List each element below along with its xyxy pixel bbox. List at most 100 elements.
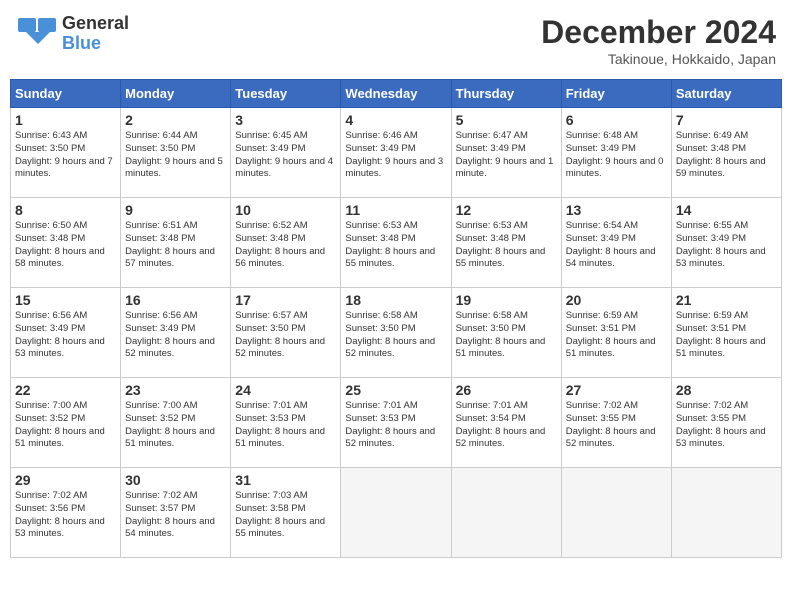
week-row-3: 15 Sunrise: 6:56 AM Sunset: 3:49 PM Dayli… (11, 288, 782, 378)
logo: General Blue (16, 14, 129, 54)
day-info: Sunrise: 6:45 AM Sunset: 3:49 PM Dayligh… (235, 130, 336, 181)
logo-line1: General (62, 14, 129, 34)
day-cell-19: 19Sunrise: 6:58 AM Sunset: 3:50 PM Dayli… (451, 288, 561, 378)
day-cell-3: 3 Sunrise: 6:45 AM Sunset: 3:49 PM Daylig… (231, 108, 341, 198)
day-info: Sunrise: 7:02 AM Sunset: 3:57 PM Dayligh… (125, 490, 226, 541)
day-info: Sunrise: 6:49 AM Sunset: 3:48 PM Dayligh… (676, 130, 777, 181)
day-number: 12 (456, 202, 557, 218)
header: General Blue December 2024 Takinoue, Hok… (10, 10, 782, 71)
weekday-friday: Friday (561, 80, 671, 108)
day-number: 7 (676, 112, 777, 128)
day-number: 28 (676, 382, 777, 398)
day-cell-11: 11Sunrise: 6:53 AM Sunset: 3:48 PM Dayli… (341, 198, 451, 288)
title-area: December 2024 Takinoue, Hokkaido, Japan (541, 14, 776, 67)
day-cell-12: 12 Sunrise: 6:53 AM Sunset: 3:48 PM Dayli… (451, 198, 561, 288)
calendar-body: 1 Sunrise: 6:43 AM Sunset: 3:50 PM Daylig… (11, 108, 782, 558)
day-cell-25: 25Sunrise: 7:01 AM Sunset: 3:53 PM Dayli… (341, 378, 451, 468)
empty-cell (561, 468, 671, 558)
day-number: 25 (345, 382, 446, 398)
day-info: Sunrise: 7:00 AM Sunset: 3:52 PM Dayligh… (125, 400, 226, 451)
day-number: 15 (15, 292, 116, 308)
day-cell-1: 1 Sunrise: 6:43 AM Sunset: 3:50 PM Daylig… (11, 108, 121, 198)
day-info: Sunrise: 6:46 AM Sunset: 3:49 PM Dayligh… (345, 130, 446, 181)
weekday-wednesday: Wednesday (341, 80, 451, 108)
day-info: Sunrise: 6:54 AM Sunset: 3:49 PM Dayligh… (566, 220, 667, 271)
day-info: Sunrise: 6:43 AM Sunset: 3:50 PM Dayligh… (15, 130, 116, 181)
day-cell-30: 30 Sunrise: 7:02 AM Sunset: 3:57 PM Dayli… (121, 468, 231, 558)
day-number: 3 (235, 112, 336, 128)
day-cell-31: 31Sunrise: 7:03 AM Sunset: 3:58 PM Dayli… (231, 468, 341, 558)
weekday-sunday: Sunday (11, 80, 121, 108)
day-number: 1 (15, 112, 116, 128)
location-title: Takinoue, Hokkaido, Japan (541, 51, 776, 67)
day-info: Sunrise: 7:02 AM Sunset: 3:55 PM Dayligh… (676, 400, 777, 451)
day-cell-2: 2 Sunrise: 6:44 AM Sunset: 3:50 PM Daylig… (121, 108, 231, 198)
day-number: 14 (676, 202, 777, 218)
day-number: 8 (15, 202, 116, 218)
day-cell-29: 29Sunrise: 7:02 AM Sunset: 3:56 PM Dayli… (11, 468, 121, 558)
day-number: 4 (345, 112, 446, 128)
day-cell-18: 18 Sunrise: 6:58 AM Sunset: 3:50 PM Dayli… (341, 288, 451, 378)
day-cell-14: 14Sunrise: 6:55 AM Sunset: 3:49 PM Dayli… (671, 198, 781, 288)
day-cell-9: 9Sunrise: 6:51 AM Sunset: 3:48 PM Daylig… (121, 198, 231, 288)
day-info: Sunrise: 6:44 AM Sunset: 3:50 PM Dayligh… (125, 130, 226, 181)
day-info: Sunrise: 6:53 AM Sunset: 3:48 PM Dayligh… (456, 220, 557, 271)
day-info: Sunrise: 7:00 AM Sunset: 3:52 PM Dayligh… (15, 400, 116, 451)
day-info: Sunrise: 7:02 AM Sunset: 3:55 PM Dayligh… (566, 400, 667, 451)
day-cell-5: 5Sunrise: 6:47 AM Sunset: 3:49 PM Daylig… (451, 108, 561, 198)
day-number: 18 (345, 292, 446, 308)
day-number: 30 (125, 472, 226, 488)
day-cell-21: 21Sunrise: 6:59 AM Sunset: 3:51 PM Dayli… (671, 288, 781, 378)
day-info: Sunrise: 7:01 AM Sunset: 3:53 PM Dayligh… (235, 400, 336, 451)
day-info: Sunrise: 6:48 AM Sunset: 3:49 PM Dayligh… (566, 130, 667, 181)
day-number: 6 (566, 112, 667, 128)
day-info: Sunrise: 7:03 AM Sunset: 3:58 PM Dayligh… (235, 490, 336, 541)
weekday-monday: Monday (121, 80, 231, 108)
logo-line2: Blue (62, 34, 129, 54)
day-info: Sunrise: 6:56 AM Sunset: 3:49 PM Dayligh… (15, 310, 116, 361)
day-cell-22: 22 Sunrise: 7:00 AM Sunset: 3:52 PM Dayli… (11, 378, 121, 468)
empty-cell (451, 468, 561, 558)
day-info: Sunrise: 6:57 AM Sunset: 3:50 PM Dayligh… (235, 310, 336, 361)
day-number: 11 (345, 202, 446, 218)
day-info: Sunrise: 6:59 AM Sunset: 3:51 PM Dayligh… (566, 310, 667, 361)
day-cell-28: 28 Sunrise: 7:02 AM Sunset: 3:55 PM Dayli… (671, 378, 781, 468)
day-info: Sunrise: 6:56 AM Sunset: 3:49 PM Dayligh… (125, 310, 226, 361)
day-cell-16: 16 Sunrise: 6:56 AM Sunset: 3:49 PM Dayli… (121, 288, 231, 378)
weekday-tuesday: Tuesday (231, 80, 341, 108)
day-number: 27 (566, 382, 667, 398)
weekday-thursday: Thursday (451, 80, 561, 108)
day-info: Sunrise: 7:01 AM Sunset: 3:54 PM Dayligh… (456, 400, 557, 451)
day-cell-4: 4 Sunrise: 6:46 AM Sunset: 3:49 PM Daylig… (341, 108, 451, 198)
week-row-4: 22 Sunrise: 7:00 AM Sunset: 3:52 PM Dayli… (11, 378, 782, 468)
day-cell-17: 17Sunrise: 6:57 AM Sunset: 3:50 PM Dayli… (231, 288, 341, 378)
day-number: 26 (456, 382, 557, 398)
day-cell-23: 23Sunrise: 7:00 AM Sunset: 3:52 PM Dayli… (121, 378, 231, 468)
day-info: Sunrise: 6:50 AM Sunset: 3:48 PM Dayligh… (15, 220, 116, 271)
day-cell-10: 10 Sunrise: 6:52 AM Sunset: 3:48 PM Dayli… (231, 198, 341, 288)
day-number: 21 (676, 292, 777, 308)
day-cell-24: 24 Sunrise: 7:01 AM Sunset: 3:53 PM Dayli… (231, 378, 341, 468)
week-row-2: 8 Sunrise: 6:50 AM Sunset: 3:48 PM Daylig… (11, 198, 782, 288)
day-cell-8: 8 Sunrise: 6:50 AM Sunset: 3:48 PM Daylig… (11, 198, 121, 288)
day-number: 22 (15, 382, 116, 398)
calendar-table: SundayMondayTuesdayWednesdayThursdayFrid… (10, 79, 782, 558)
day-info: Sunrise: 6:47 AM Sunset: 3:49 PM Dayligh… (456, 130, 557, 181)
day-cell-15: 15 Sunrise: 6:56 AM Sunset: 3:49 PM Dayli… (11, 288, 121, 378)
day-cell-13: 13Sunrise: 6:54 AM Sunset: 3:49 PM Dayli… (561, 198, 671, 288)
day-number: 9 (125, 202, 226, 218)
day-number: 29 (15, 472, 116, 488)
day-number: 16 (125, 292, 226, 308)
day-info: Sunrise: 6:52 AM Sunset: 3:48 PM Dayligh… (235, 220, 336, 271)
day-number: 24 (235, 382, 336, 398)
day-number: 10 (235, 202, 336, 218)
day-cell-6: 6 Sunrise: 6:48 AM Sunset: 3:49 PM Daylig… (561, 108, 671, 198)
day-number: 2 (125, 112, 226, 128)
day-cell-7: 7 Sunrise: 6:49 AM Sunset: 3:48 PM Daylig… (671, 108, 781, 198)
weekday-saturday: Saturday (671, 80, 781, 108)
day-info: Sunrise: 6:58 AM Sunset: 3:50 PM Dayligh… (345, 310, 446, 361)
day-cell-26: 26 Sunrise: 7:01 AM Sunset: 3:54 PM Dayli… (451, 378, 561, 468)
day-cell-20: 20 Sunrise: 6:59 AM Sunset: 3:51 PM Dayli… (561, 288, 671, 378)
weekday-header-row: SundayMondayTuesdayWednesdayThursdayFrid… (11, 80, 782, 108)
day-number: 20 (566, 292, 667, 308)
